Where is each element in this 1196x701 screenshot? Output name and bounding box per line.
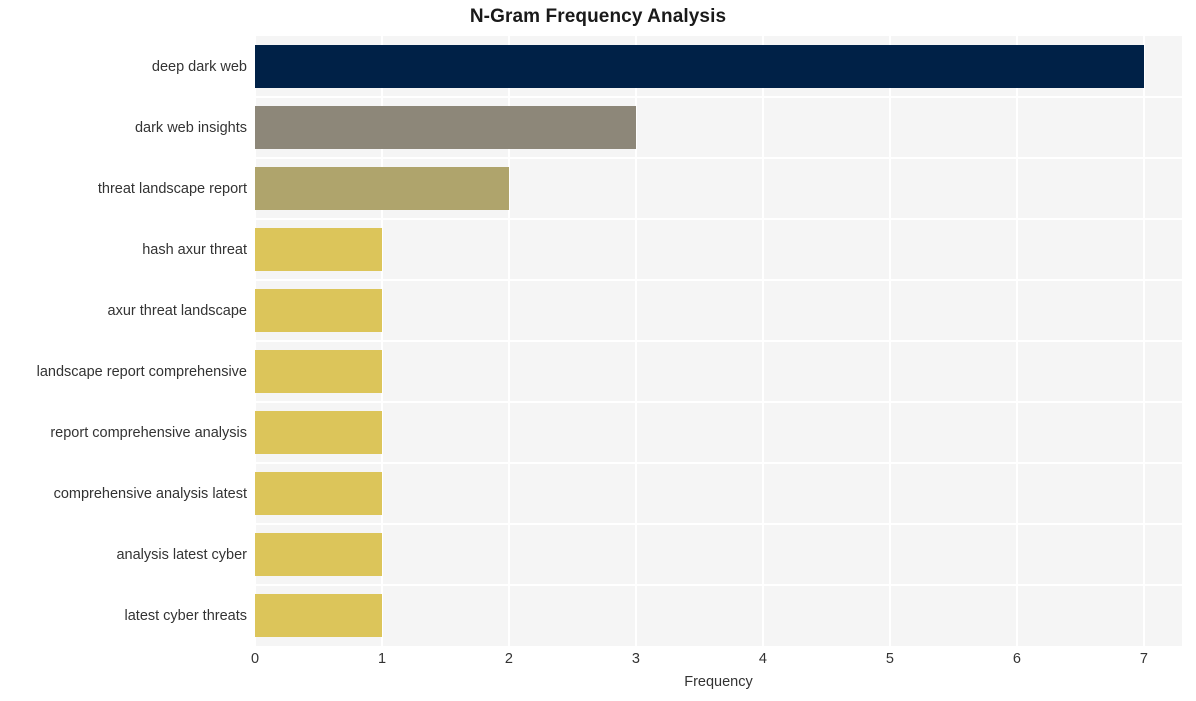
- gridline-horizontal: [255, 462, 1182, 464]
- bar: [255, 472, 382, 515]
- x-axis-tick-label: 7: [1139, 651, 1148, 667]
- gridline-horizontal: [255, 523, 1182, 525]
- gridline-vertical: [1142, 36, 1145, 646]
- gridline-horizontal: [255, 157, 1182, 159]
- x-axis-tick-label: 6: [1012, 651, 1021, 667]
- gridline-horizontal: [255, 584, 1182, 586]
- bar: [255, 228, 382, 271]
- gridline-vertical: [1015, 36, 1018, 646]
- chart-title: N-Gram Frequency Analysis: [469, 6, 727, 27]
- x-axis-tick-label: 5: [885, 651, 894, 667]
- bar: [255, 533, 382, 576]
- y-axis-tick-label: latest cyber threats: [124, 607, 248, 624]
- gridline-vertical: [888, 36, 891, 646]
- x-axis-tick-labels: 0 1 2 3 4 5 6 7: [251, 650, 1182, 670]
- gridline-horizontal: [255, 96, 1182, 98]
- y-axis-tick-label: report comprehensive analysis: [50, 424, 247, 441]
- chart-figure: N-Gram Frequency Analysis deep dark web d…: [0, 0, 1196, 701]
- y-axis-tick-label: analysis latest cyber: [116, 546, 247, 563]
- y-axis-tick-label: comprehensive analysis latest: [53, 485, 247, 502]
- y-axis-tick-label: hash axur threat: [142, 241, 247, 258]
- gridline-vertical: [761, 36, 764, 646]
- y-axis-tick-label: threat landscape report: [97, 180, 247, 197]
- y-axis-tick-label: axur threat landscape: [107, 302, 247, 319]
- y-axis-tick-label: landscape report comprehensive: [36, 363, 247, 380]
- x-axis-tick-label: 0: [250, 651, 260, 667]
- gridline-horizontal: [255, 340, 1182, 342]
- y-axis-tick-label: dark web insights: [134, 119, 247, 136]
- bar: [255, 45, 1144, 88]
- bar: [255, 594, 382, 637]
- x-axis-tick-label: 1: [377, 651, 387, 667]
- x-axis-tick-label: 2: [504, 651, 513, 667]
- bar: [255, 106, 636, 149]
- y-axis-tick-labels: deep dark web dark web insights threat lan…: [0, 36, 247, 646]
- bar: [255, 350, 382, 393]
- gridline-horizontal: [255, 218, 1182, 220]
- bar: [255, 167, 509, 210]
- x-axis-tick-label: 4: [758, 651, 767, 667]
- gridline-horizontal: [255, 401, 1182, 403]
- gridline-horizontal: [255, 279, 1182, 281]
- plot-area: [255, 36, 1182, 646]
- y-axis-tick-label: deep dark web: [151, 58, 247, 75]
- bar: [255, 289, 382, 332]
- x-axis-title: Frequency: [684, 674, 753, 690]
- x-axis-tick-label: 3: [631, 651, 640, 667]
- bar: [255, 411, 382, 454]
